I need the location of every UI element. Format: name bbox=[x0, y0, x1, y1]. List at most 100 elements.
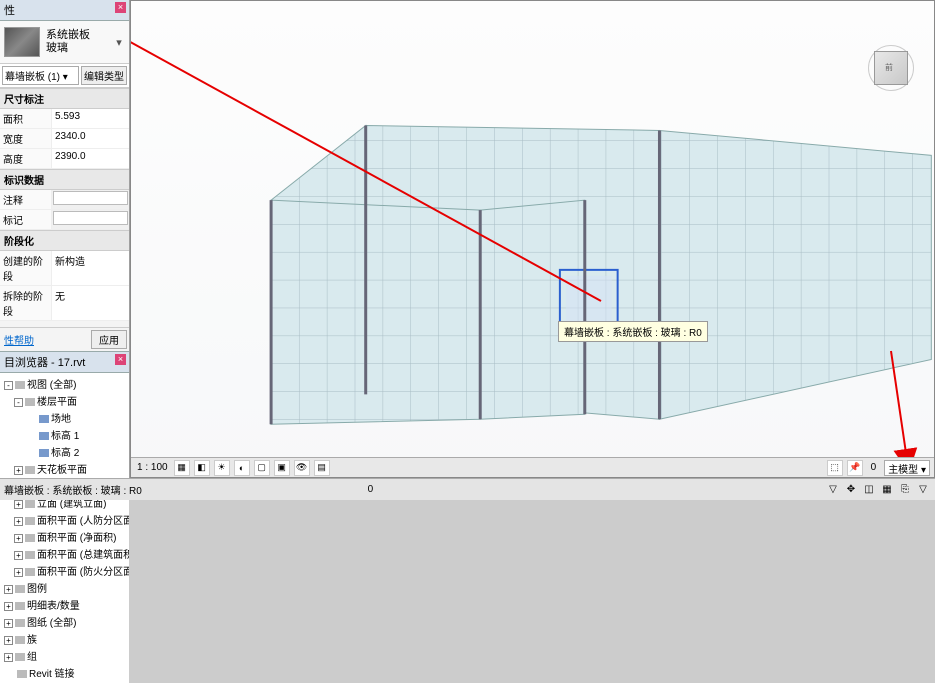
select-pinned-icon[interactable]: 📌 bbox=[847, 460, 863, 476]
drag-icon[interactable]: ✥ bbox=[843, 482, 859, 498]
edit-type-button[interactable]: 编辑类型 bbox=[81, 66, 127, 85]
prop-row: 面积 5.593 bbox=[0, 109, 129, 129]
phasing-section-header: 阶段化 bbox=[0, 230, 129, 251]
shadows-icon[interactable]: ◐ bbox=[234, 460, 250, 476]
tree-node[interactable]: Revit 链接 bbox=[0, 664, 129, 681]
tree-node[interactable]: +面积平面 (防火分区面积) bbox=[0, 562, 129, 579]
unhide-icon[interactable]: 👁 bbox=[294, 460, 310, 476]
tree-node[interactable]: 标高 2 bbox=[0, 443, 129, 460]
dim-section-header: 尺寸标注 bbox=[0, 88, 129, 109]
left-sidebar: 性 × 系统嵌板 玻璃 ▾ 幕墙嵌板 (1) ▾ 编辑类型 尺寸标注 面积 5.… bbox=[0, 0, 130, 500]
selection-filter-icon[interactable]: ▽ bbox=[825, 482, 841, 498]
tree-item-icon bbox=[25, 551, 35, 559]
tree-item-label: 立面 (建筑立面) bbox=[37, 499, 106, 510]
prop-value[interactable]: 新构造 bbox=[52, 251, 129, 285]
prop-key: 注释 bbox=[0, 190, 52, 209]
prop-key: 创建的阶段 bbox=[0, 251, 52, 285]
instance-filter-combo[interactable]: 幕墙嵌板 (1) ▾ bbox=[2, 66, 79, 85]
detail-level-icon[interactable]: ▦ bbox=[174, 460, 190, 476]
prop-value[interactable]: 无 bbox=[52, 286, 129, 320]
type-thumbnail-icon bbox=[4, 27, 40, 57]
expand-icon[interactable]: + bbox=[14, 500, 23, 509]
prop-key: 标记 bbox=[0, 210, 52, 229]
tree-item-icon bbox=[39, 449, 49, 457]
prop-key: 面积 bbox=[0, 109, 52, 128]
tree-item-label: 图例 bbox=[27, 584, 47, 595]
apply-button[interactable]: 应用 bbox=[91, 330, 127, 349]
tree-node[interactable]: -楼层平面 bbox=[0, 392, 129, 409]
expand-icon[interactable]: - bbox=[4, 381, 13, 390]
type-selector[interactable]: 系统嵌板 玻璃 ▾ bbox=[0, 21, 129, 64]
close-icon[interactable]: × bbox=[115, 2, 126, 13]
prop-value-input[interactable] bbox=[53, 191, 128, 205]
expand-icon[interactable]: + bbox=[14, 551, 23, 560]
select-pinned-icon[interactable]: ⎘ bbox=[897, 482, 913, 498]
tree-item-icon bbox=[15, 636, 25, 644]
expand-icon[interactable]: + bbox=[4, 636, 13, 645]
sun-path-icon[interactable]: ☀ bbox=[214, 460, 230, 476]
prop-value-input[interactable] bbox=[53, 211, 128, 225]
tree-item-icon bbox=[25, 517, 35, 525]
tree-node[interactable]: +面积平面 (净面积) bbox=[0, 528, 129, 545]
tree-item-label: 标高 2 bbox=[51, 448, 79, 459]
tree-node[interactable]: +面积平面 (总建筑面积) bbox=[0, 545, 129, 562]
tree-node[interactable]: +图纸 (全部) bbox=[0, 613, 129, 630]
viewport-3d[interactable]: 前 bbox=[130, 0, 935, 478]
expand-icon[interactable]: + bbox=[14, 534, 23, 543]
tree-item-label: 天花板平面 bbox=[37, 465, 87, 476]
expand-icon[interactable]: - bbox=[14, 398, 23, 407]
prop-value[interactable]: 5.593 bbox=[52, 109, 129, 128]
tree-item-icon bbox=[15, 619, 25, 627]
type-family-label: 系统嵌板 bbox=[46, 29, 113, 42]
select-underlay-icon[interactable]: ▦ bbox=[879, 482, 895, 498]
crop-icon[interactable]: ▢ bbox=[254, 460, 270, 476]
tree-item-icon bbox=[39, 415, 49, 423]
expand-icon[interactable]: + bbox=[14, 466, 23, 475]
tree-item-icon bbox=[25, 466, 35, 474]
status-bar: 幕墙嵌板 : 系统嵌板 : 玻璃 : R0 0 ▽ ✥ ◫ ▦ ⎘ ▽ bbox=[0, 478, 935, 500]
temp-hide-icon[interactable]: ▤ bbox=[314, 460, 330, 476]
tree-node[interactable]: 标高 1 bbox=[0, 426, 129, 443]
tree-item-label: 视图 (全部) bbox=[27, 380, 76, 391]
design-options-combo[interactable]: 主模型 ▾ bbox=[884, 460, 930, 476]
expand-icon[interactable]: + bbox=[4, 585, 13, 594]
prop-key: 高度 bbox=[0, 149, 52, 168]
prop-row: 宽度 2340.0 bbox=[0, 129, 129, 149]
close-icon[interactable]: × bbox=[115, 354, 126, 365]
filter-icon[interactable]: ▽ bbox=[915, 482, 931, 498]
tree-node[interactable]: + 图例 bbox=[0, 579, 129, 596]
expand-icon[interactable]: + bbox=[4, 619, 13, 628]
expand-icon[interactable]: + bbox=[4, 602, 13, 611]
select-links-icon[interactable]: ⬚ bbox=[827, 460, 843, 476]
tree-item-icon bbox=[15, 585, 25, 593]
view-scale[interactable]: 1 : 100 bbox=[135, 462, 170, 473]
project-browser-tree[interactable]: -视图 (全部)-楼层平面场地标高 1标高 2+天花板平面+三维视图+立面 (建… bbox=[0, 373, 129, 683]
tree-node[interactable]: +明细表/数量 bbox=[0, 596, 129, 613]
properties-help-link[interactable]: 性帮助 bbox=[2, 330, 91, 349]
prop-row: 标记 bbox=[0, 210, 129, 230]
tree-node[interactable]: 场地 bbox=[0, 409, 129, 426]
tree-node[interactable]: + 面积平面 (人防分区面积) bbox=[0, 511, 129, 528]
chevron-down-icon: ▾ bbox=[113, 36, 125, 49]
tree-item-icon bbox=[25, 500, 35, 508]
select-face-icon[interactable]: ◫ bbox=[861, 482, 877, 498]
expand-icon[interactable]: + bbox=[14, 517, 23, 526]
element-tooltip: 幕墙嵌板 : 系统嵌板 : 玻璃 : R0 bbox=[558, 321, 708, 342]
tree-node[interactable]: + 天花板平面 bbox=[0, 460, 129, 477]
expand-icon[interactable]: + bbox=[14, 568, 23, 577]
tree-node[interactable]: +族 bbox=[0, 630, 129, 647]
tree-node[interactable]: +组 bbox=[0, 647, 129, 664]
tree-item-label: 族 bbox=[27, 635, 37, 646]
val0: 0 bbox=[867, 462, 881, 473]
prop-value[interactable]: 2390.0 bbox=[52, 149, 129, 168]
tree-item-label: 面积平面 (人防分区面积) bbox=[37, 516, 129, 527]
tree-node[interactable]: - 视图 (全部) bbox=[0, 375, 129, 392]
tree-item-icon bbox=[15, 602, 25, 610]
prop-row: 高度 2390.0 bbox=[0, 149, 129, 169]
prop-value[interactable]: 2340.0 bbox=[52, 129, 129, 148]
prop-row: 注释 bbox=[0, 190, 129, 210]
tree-item-label: 标高 1 bbox=[51, 431, 79, 442]
crop-visible-icon[interactable]: ▣ bbox=[274, 460, 290, 476]
expand-icon[interactable]: + bbox=[4, 653, 13, 662]
visual-style-icon[interactable]: ◧ bbox=[194, 460, 210, 476]
